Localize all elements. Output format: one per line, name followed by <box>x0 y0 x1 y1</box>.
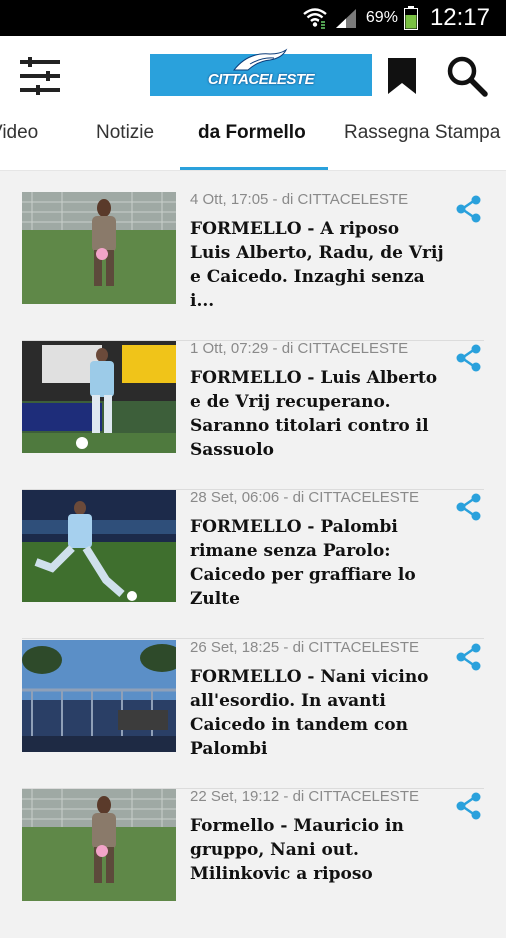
active-tab-indicator <box>180 167 328 170</box>
article-thumbnail <box>22 192 176 304</box>
share-icon[interactable] <box>455 792 483 820</box>
article-meta: 28 Set, 06:06 - di CITTACELESTE <box>190 489 419 506</box>
article-title[interactable]: Formello - Mauricio in gruppo, Nani out.… <box>190 814 445 886</box>
article-thumbnail <box>22 789 176 901</box>
share-icon[interactable] <box>455 493 483 521</box>
article-item[interactable]: 26 Set, 18:25 - di CITTACELESTE FORMELLO… <box>0 639 506 789</box>
article-meta: 1 Ott, 07:29 - di CITTACELESTE <box>190 340 409 357</box>
status-bar-right: 69% 12:17 <box>302 0 490 36</box>
article-thumbnail <box>22 341 176 453</box>
tab-notizie[interactable]: Notizie <box>96 114 154 170</box>
tab-label: Notizie <box>96 122 155 143</box>
battery-icon <box>403 6 418 30</box>
share-icon[interactable] <box>455 344 483 372</box>
app-logo: CITTACELESTE <box>150 48 372 96</box>
logo-text: CITTACELESTE <box>207 70 315 88</box>
tab-label: Rassegna Stampa <box>344 122 501 143</box>
search-icon[interactable] <box>446 55 488 97</box>
wifi-icon <box>303 8 327 29</box>
article-title[interactable]: FORMELLO - Luis Alberto e de Vrij recupe… <box>190 366 445 462</box>
bookmark-icon[interactable] <box>386 56 418 96</box>
article-meta: 4 Ott, 17:05 - di CITTACELESTE <box>190 191 409 208</box>
tab-label: Video <box>0 122 39 143</box>
article-title[interactable]: FORMELLO - A riposo Luis Alberto, Radu, … <box>190 217 445 313</box>
filter-menu-icon[interactable] <box>18 56 62 96</box>
article-thumbnail <box>22 490 176 602</box>
article-meta: 22 Set, 19:12 - di CITTACELESTE <box>190 788 419 805</box>
battery-percent: 69% <box>365 9 398 26</box>
article-item[interactable]: 22 Set, 19:12 - di CITTACELESTE Formello… <box>0 788 506 938</box>
article-item[interactable]: 1 Ott, 07:29 - di CITTACELESTE FORMELLO … <box>0 340 506 490</box>
article-item[interactable]: 28 Set, 06:06 - di CITTACELESTE FORMELLO… <box>0 489 506 639</box>
status-bar: 69% 12:17 <box>0 0 506 36</box>
article-meta: 26 Set, 18:25 - di CITTACELESTE <box>190 639 419 656</box>
share-icon[interactable] <box>455 643 483 671</box>
tab-da-formello[interactable]: da Formello <box>198 114 306 170</box>
tab-video[interactable]: Video <box>0 114 38 170</box>
share-icon[interactable] <box>455 195 483 223</box>
article-thumbnail <box>22 640 176 752</box>
tab-label: da Formello <box>198 122 306 143</box>
clock: 12:17 <box>429 4 490 31</box>
article-title[interactable]: FORMELLO - Palombi rimane senza Parolo: … <box>190 515 445 611</box>
tab-rassegna-stampa[interactable]: Rassegna Stampa <box>344 114 500 170</box>
article-title[interactable]: FORMELLO - Nani vicino all'esordio. In a… <box>190 665 445 761</box>
category-tabs: Video Notizie da Formello Rassegna Stamp… <box>0 114 506 171</box>
article-item[interactable]: 4 Ott, 17:05 - di CITTACELESTE FORMELLO … <box>0 191 506 341</box>
app-bar: CITTACELESTE <box>0 36 506 114</box>
signal-icon <box>335 9 356 28</box>
